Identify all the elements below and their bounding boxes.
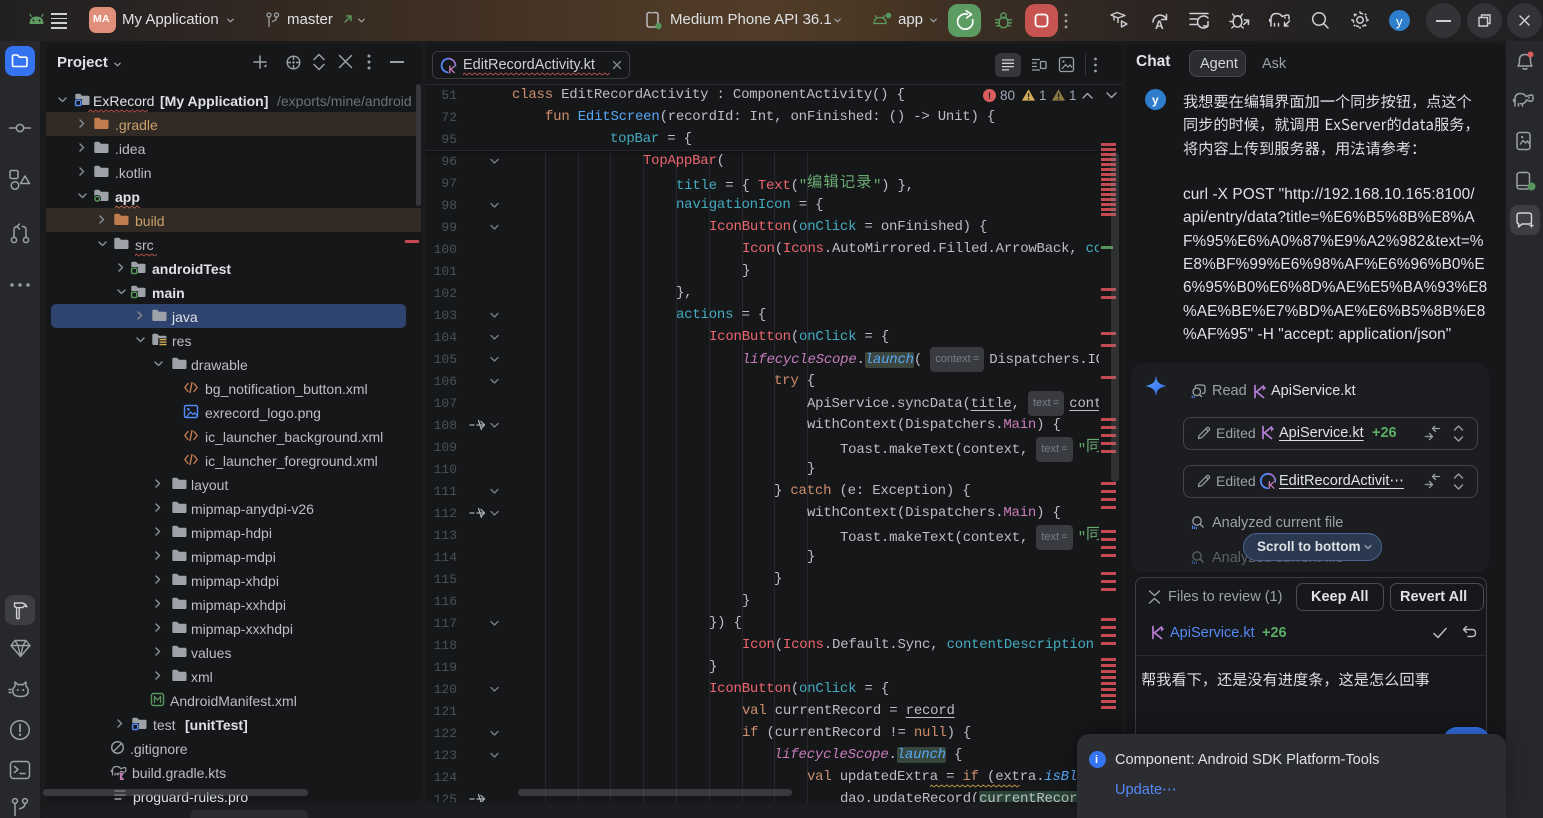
svg-text:A: A	[1155, 18, 1164, 32]
